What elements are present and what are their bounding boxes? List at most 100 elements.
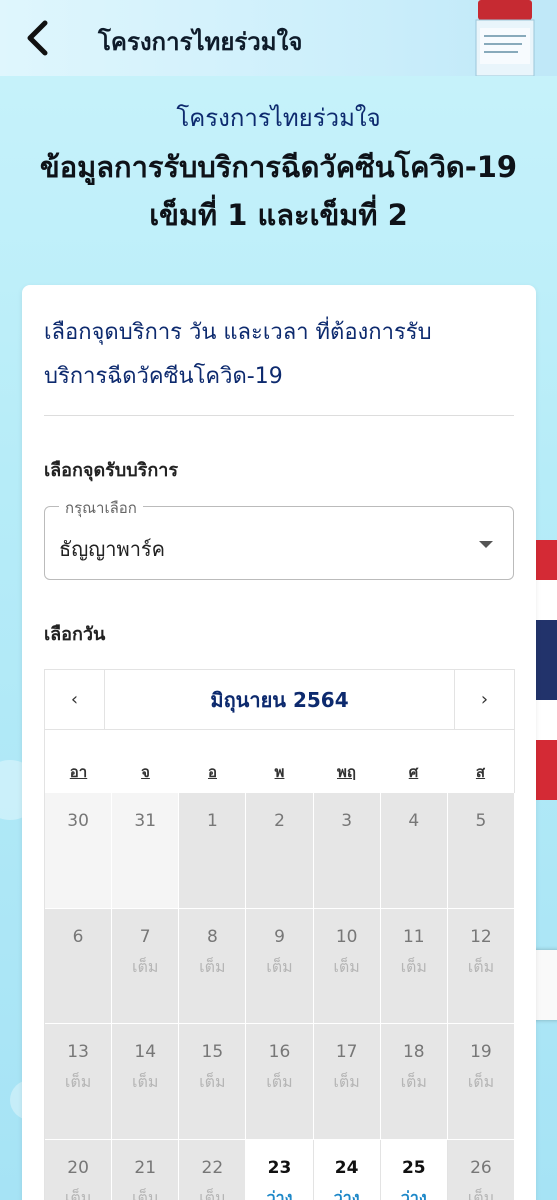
day-status: เต็ม: [199, 956, 226, 976]
day-status: เต็ม: [199, 1187, 226, 1200]
card-title-line-2: บริการฉีดวัคซีนโควิด-19: [44, 364, 283, 389]
back-button[interactable]: [16, 16, 60, 60]
day-status: เต็ม: [467, 956, 495, 976]
day-number: 2: [274, 811, 285, 831]
calendar-day: 19 เต็ม: [447, 1024, 515, 1140]
location-select[interactable]: กรุณาเลือก ธัญญาพาร์ค: [44, 496, 514, 580]
calendar-day: 10 เต็ม: [313, 908, 381, 1024]
day-status: เต็ม: [400, 956, 427, 976]
day-status: เต็ม: [132, 1072, 159, 1091]
calendar-day: 22 เต็ม: [179, 1139, 247, 1200]
day-number: 16: [268, 1042, 291, 1062]
day-status: เต็ม: [199, 1072, 226, 1091]
day-status: เต็ม: [64, 1072, 92, 1091]
hero-title: ข้อมูลการรับบริการฉีดวัคซีนโควิด-19 เข็ม…: [0, 143, 557, 239]
day-status: เต็ม: [400, 1072, 427, 1091]
weekday-row: อา จ อ พ พฤ ศ ส: [44, 730, 515, 793]
location-label: เลือกจุดรับบริการ: [44, 460, 178, 481]
hero-title-line-1: ข้อมูลการรับบริการฉีดวัคซีนโควิด-19: [39, 150, 518, 184]
select-value: ธัญญาพาร์ค: [59, 537, 166, 561]
calendar-day: 21 เต็ม: [112, 1139, 180, 1200]
calendar-day: 30: [45, 793, 113, 909]
calendar-day: 11 เต็ม: [380, 908, 448, 1024]
calendar-day[interactable]: 24 ว่าง: [313, 1139, 381, 1200]
calendar-day: 12 เต็ม: [447, 908, 515, 1024]
card-title: เลือกจุดบริการ วัน และเวลา ที่ต้องการรับ…: [44, 311, 514, 399]
weekday-label: จ: [141, 763, 150, 781]
calendar-day: 17 เต็ม: [313, 1024, 381, 1140]
vaccine-vial-image: [472, 0, 542, 77]
day-number: 17: [335, 1042, 358, 1062]
month-label: มิถุนายน 2564: [210, 687, 349, 712]
day-number: 1: [206, 811, 218, 831]
card-title-line-1: เลือกจุดบริการ วัน และเวลา ที่ต้องการรับ: [44, 320, 432, 345]
day-number: 4: [408, 811, 420, 831]
calendar-day: 2: [246, 793, 314, 909]
day-number: 31: [134, 811, 157, 831]
day-number: 13: [67, 1042, 89, 1062]
select-legend: กรุณาเลือก: [59, 496, 143, 520]
weekday-label: อ: [207, 763, 217, 781]
day-status: เต็ม: [266, 956, 293, 976]
calendar-day: 7 เต็ม: [112, 908, 180, 1024]
day-number: 26: [470, 1157, 492, 1178]
calendar-day: 5: [447, 793, 515, 909]
day-number: 23: [267, 1157, 292, 1178]
day-status: เต็ม: [132, 956, 159, 976]
weekday-label: พ: [274, 763, 285, 781]
day-status: เต็ม: [333, 956, 360, 976]
calendar-day: 18 เต็ม: [380, 1024, 448, 1140]
day-status: เต็ม: [266, 1072, 293, 1091]
day-number: 12: [470, 926, 492, 947]
calendar-day: 9 เต็ม: [246, 908, 314, 1024]
day-number: 14: [134, 1042, 157, 1062]
calendar-day: 6: [45, 908, 113, 1024]
day-number: 24: [334, 1157, 359, 1178]
calendar-day[interactable]: 25 ว่าง: [380, 1139, 448, 1200]
app-title: โครงการไทยร่วมใจ: [98, 28, 303, 56]
day-number: 19: [470, 1042, 492, 1062]
day-status: เต็ม: [132, 1187, 159, 1200]
day-number: 9: [274, 926, 285, 947]
hero-title-line-2: เข็มที่ 1 และเข็มที่ 2: [149, 198, 408, 232]
day-number: 22: [201, 1157, 224, 1178]
calendar: ‹ มิถุนายน 2564 › อา จ อ พ พฤ ศ ส 30 31 1 2…: [44, 669, 515, 1200]
calendar-day: 13 เต็ม: [45, 1024, 113, 1140]
day-status: เต็ม: [467, 1072, 495, 1091]
chevron-left-icon: [27, 20, 48, 56]
weekday-label: อา: [69, 763, 88, 781]
day-number: 3: [341, 811, 353, 831]
calendar-grid: 30 31 1 2 3 4 5 6 7 เต็ม 8 เต็ม 9 เต็ม 10 เต็ม 11 เต็ม 12 เ…: [44, 793, 515, 1200]
calendar-day: 26 เต็ม: [447, 1139, 515, 1200]
booking-card: เลือกจุดบริการ วัน และเวลา ที่ต้องการรับ…: [22, 285, 536, 1200]
day-status: ว่าง: [266, 1187, 293, 1200]
weekday-label: ศ: [408, 763, 419, 781]
day-number: 6: [72, 926, 84, 947]
calendar-day[interactable]: 23 ว่าง: [246, 1139, 314, 1200]
top-bar: โครงการไทยร่วมใจ: [0, 0, 557, 77]
day-status: ว่าง: [333, 1187, 360, 1200]
prev-month-button[interactable]: ‹: [45, 670, 105, 729]
day-number: 15: [201, 1042, 224, 1062]
date-label: เลือกวัน: [44, 624, 106, 645]
calendar-day: 1: [179, 793, 247, 909]
day-number: 18: [402, 1042, 425, 1062]
calendar-day: 15 เต็ม: [179, 1024, 247, 1140]
day-number: 10: [335, 926, 358, 947]
day-status: เต็ม: [64, 1187, 92, 1200]
day-status: เต็ม: [467, 1187, 495, 1200]
day-status: เต็ม: [333, 1072, 360, 1091]
day-number: 8: [206, 926, 218, 947]
calendar-day: 14 เต็ม: [112, 1024, 180, 1140]
day-number: 30: [67, 811, 89, 831]
day-number: 25: [401, 1157, 426, 1178]
calendar-day: 16 เต็ม: [246, 1024, 314, 1140]
day-number: 20: [67, 1157, 89, 1178]
calendar-day: 20 เต็ม: [45, 1139, 113, 1200]
divider: [44, 415, 514, 416]
weekday-label: พฤ: [337, 763, 356, 781]
next-month-button[interactable]: ›: [454, 670, 514, 729]
day-number: 21: [134, 1157, 157, 1178]
day-status: ว่าง: [400, 1187, 427, 1200]
thai-flag-image: [536, 540, 557, 800]
